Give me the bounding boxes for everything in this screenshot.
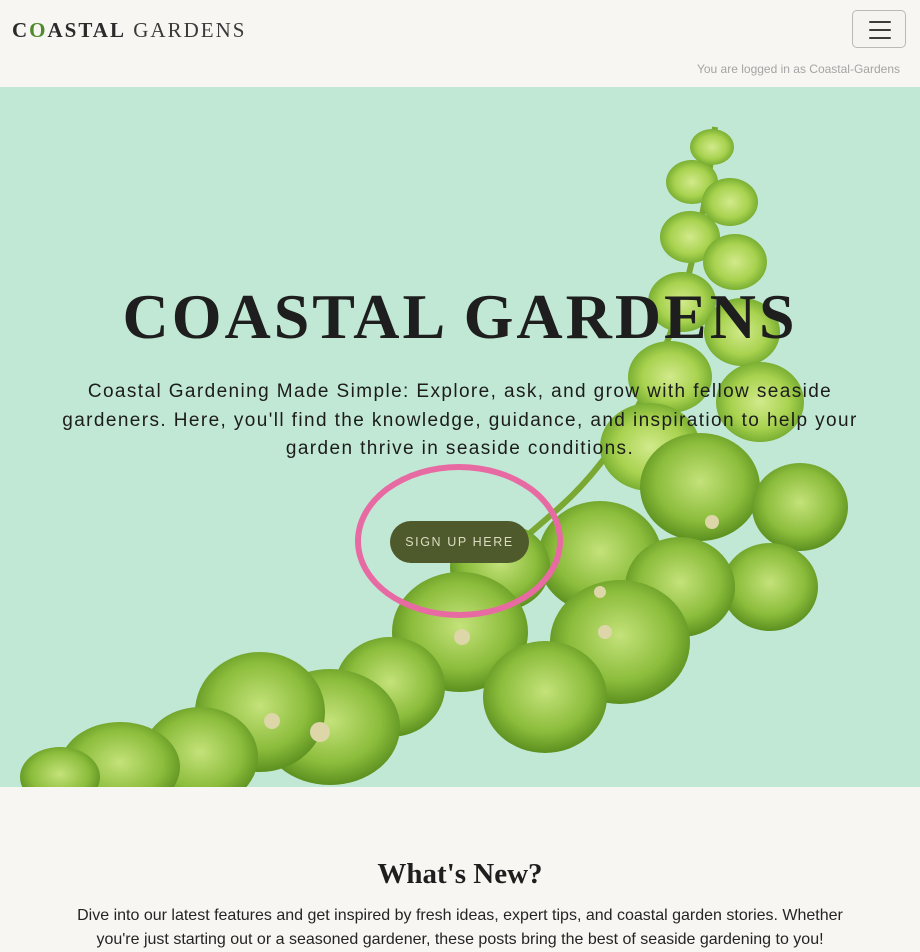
brand-logo[interactable]: COASTAL GARDENS [12,18,246,43]
sign-up-button[interactable]: SIGN UP HERE [390,521,529,563]
navbar: COASTAL GARDENS You are logged in as Coa… [0,0,920,87]
hero-title: COASTAL GARDENS [122,280,798,352]
menu-bar-bottom [869,37,891,39]
whats-new-text: Dive into our latest features and get in… [77,907,843,948]
whats-new-heading: What's New? [377,858,543,891]
brand-word-gardens: GARDENS [133,18,247,42]
brand-word-rest: ASTAL [47,18,126,42]
brand-letter-o: O [29,18,48,42]
menu-bar-middle [869,29,891,31]
login-status: You are logged in as Coastal-Gardens [696,62,900,76]
hero-section: COASTAL GARDENS Coastal Gardening Made S… [0,87,920,787]
brand-letter-c: C [12,18,30,42]
menu-bar-top [869,21,891,23]
whats-new-section: What's New? Dive into our latest feature… [0,787,920,948]
hamburger-menu-icon[interactable] [852,10,906,48]
hero-subtitle: Coastal Gardening Made Simple: Explore, … [62,381,858,459]
